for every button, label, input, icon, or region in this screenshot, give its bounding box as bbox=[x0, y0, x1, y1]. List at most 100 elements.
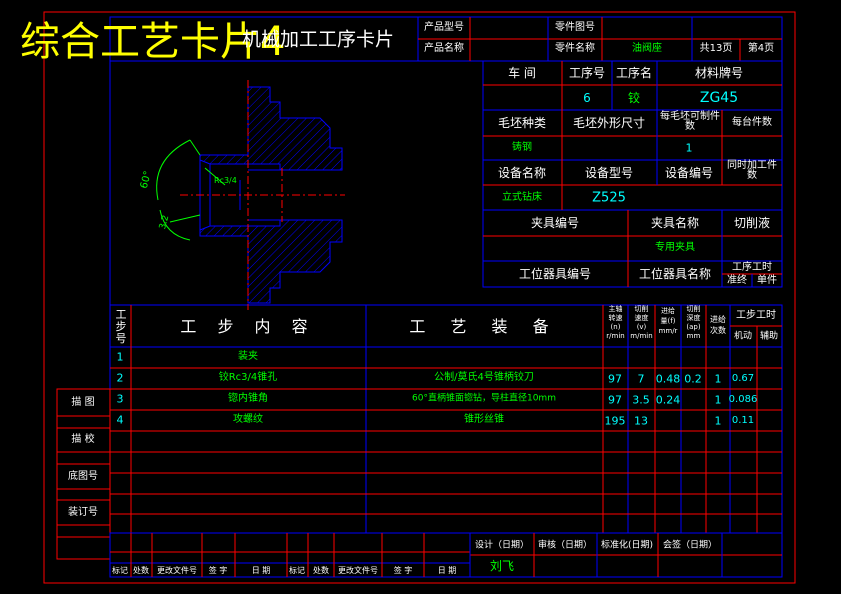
footer-standard-label: 标准化(日期) bbox=[600, 540, 654, 551]
thread-dimension: Rc3/4 bbox=[214, 176, 237, 185]
step-content: 铰Rc3/4锥孔 bbox=[218, 372, 278, 383]
step-feed: 0.24 bbox=[655, 393, 681, 407]
product-name-label: 产品名称 bbox=[424, 43, 464, 54]
step-passes: 1 bbox=[714, 372, 722, 386]
col-cutting-speed: 切削 速度 (v) m/min bbox=[628, 306, 655, 340]
blank-type-value: 铸钢 bbox=[512, 142, 532, 153]
step-no: 2 bbox=[116, 371, 124, 385]
process-card-drawing: 综合工艺卡片4 机械加工工序卡片 产品型号 产品名称 零件图号 零件名称 油阀座… bbox=[0, 0, 841, 594]
col-speed-line-4: r/min bbox=[606, 332, 625, 340]
col-feed-line-1: 进给 bbox=[661, 307, 675, 315]
footer-design-label: 设计（日期） bbox=[474, 540, 530, 551]
col-machine-time: 机动 bbox=[733, 331, 753, 342]
station-tool-name-label: 工位器具名称 bbox=[638, 267, 712, 281]
col-passes-line-2: 次数 bbox=[710, 326, 726, 335]
col-passes: 进给 次数 bbox=[706, 316, 730, 335]
step-passes: 1 bbox=[714, 393, 722, 407]
col-cut-line-1: 切削 bbox=[634, 305, 649, 313]
step-spindle-speed: 195 bbox=[604, 414, 626, 428]
side-label-base-no: 底图号 bbox=[68, 471, 98, 482]
col-feed: 进给 量(f) mm/r bbox=[655, 308, 681, 335]
step-equipment: 公制/莫氏4号锥柄铰刀 bbox=[434, 372, 534, 383]
footer-mark: 标记 bbox=[112, 566, 128, 575]
equip-name-value: 立式钻床 bbox=[502, 192, 542, 203]
blank-type-label: 毛坯种类 bbox=[497, 116, 547, 130]
part-no-label: 零件图号 bbox=[555, 22, 595, 33]
step-passes: 1 bbox=[714, 414, 722, 428]
step-no: 3 bbox=[116, 392, 124, 406]
material-value: ZG45 bbox=[699, 90, 739, 106]
step-feed: 0.48 bbox=[655, 372, 681, 386]
part-name-label: 零件名称 bbox=[555, 43, 595, 54]
equip-no-label: 设备编号 bbox=[664, 166, 714, 180]
col-cut-line-4: m/min bbox=[630, 332, 653, 340]
outer-frame bbox=[43, 11, 796, 584]
step-spindle-speed: 97 bbox=[608, 393, 622, 407]
pieces-per-unit-label: 每台件数 bbox=[732, 117, 772, 128]
material-label: 材料牌号 bbox=[694, 66, 744, 80]
op-name-value: 铰 bbox=[627, 91, 641, 105]
col-process-equipment: 工 艺 装 备 bbox=[409, 317, 559, 336]
col-speed-line-1: 主轴 bbox=[608, 305, 623, 313]
step-cutting-speed: 3.5 bbox=[632, 393, 650, 407]
step-equipment: 锥形丝锥 bbox=[464, 414, 504, 425]
unit-time-label: 单件 bbox=[757, 275, 777, 286]
footer-mark-2: 标记 bbox=[289, 566, 305, 575]
step-depth: 0.2 bbox=[684, 372, 702, 386]
side-label-binding-no: 装订号 bbox=[68, 507, 98, 518]
col-step-no: 工步号 bbox=[115, 308, 127, 346]
product-model-label: 产品型号 bbox=[424, 22, 464, 33]
workshop-label: 车 间 bbox=[508, 66, 536, 80]
op-no-value: 6 bbox=[583, 91, 591, 105]
footer-change-doc-2: 更改文件号 bbox=[338, 566, 378, 575]
step-machine-time: 0.086 bbox=[728, 394, 758, 405]
op-time-label: 工序工时 bbox=[732, 262, 772, 273]
footer-date-2: 日 期 bbox=[437, 566, 457, 575]
col-aux-time: 辅助 bbox=[759, 331, 779, 342]
col-feed-line-2: 量(f) bbox=[660, 317, 676, 325]
footer-count: 处数 bbox=[133, 566, 149, 575]
step-cutting-speed: 7 bbox=[637, 372, 645, 386]
step-cutting-speed: 13 bbox=[634, 414, 648, 428]
lower-section bbox=[199, 219, 343, 304]
col-depth-line-1: 切削 bbox=[686, 305, 701, 313]
step-machine-time: 0.11 bbox=[731, 415, 755, 426]
footer-designer: 刘飞 bbox=[489, 559, 515, 573]
simul-parts-label: 同时加工件数 bbox=[727, 160, 777, 181]
part-section-drawing bbox=[156, 80, 345, 310]
col-cut-line-3: (v) bbox=[636, 323, 647, 331]
col-depth-line-2: 深度 bbox=[686, 314, 701, 322]
pieces-per-blank-label: 每毛坯可制件数 bbox=[660, 111, 720, 132]
side-label-trace: 描 图 bbox=[71, 397, 95, 408]
col-cut-line-2: 速度 bbox=[634, 314, 649, 322]
prep-time-label: 准终 bbox=[727, 275, 747, 286]
step-content: 锪内锥角 bbox=[228, 393, 268, 404]
col-feed-line-3: mm/r bbox=[658, 327, 678, 335]
footer-change-doc: 更改文件号 bbox=[157, 566, 197, 575]
equip-model-label: 设备型号 bbox=[584, 166, 634, 180]
footer-signature: 签 字 bbox=[208, 566, 228, 575]
upper-section bbox=[199, 86, 343, 171]
fixture-no-label: 夹具编号 bbox=[530, 216, 580, 230]
step-machine-time: 0.67 bbox=[731, 373, 755, 384]
op-name-label: 工序名 bbox=[615, 66, 653, 80]
step-equipment: 60°直柄锥面锪钻，导柱直径10mm bbox=[412, 393, 556, 404]
col-step-time: 工步工时 bbox=[736, 310, 776, 321]
step-spindle-speed: 97 bbox=[608, 372, 622, 386]
col-depth: 切削 深度 (ap) mm bbox=[681, 306, 706, 340]
part-name-value: 油阀座 bbox=[632, 43, 662, 54]
footer-date: 日 期 bbox=[251, 566, 271, 575]
col-depth-line-3: (ap) bbox=[686, 323, 701, 331]
total-pages: 共13页 bbox=[699, 43, 733, 54]
step-content: 装夹 bbox=[238, 351, 258, 362]
col-step-content: 工 步 内 容 bbox=[180, 317, 316, 336]
fixture-name-label: 夹具名称 bbox=[650, 216, 700, 230]
pieces-per-blank-value: 1 bbox=[685, 141, 693, 155]
footer-signature-2: 签 字 bbox=[393, 566, 413, 575]
col-depth-line-4: mm bbox=[686, 332, 701, 340]
step-content: 攻螺纹 bbox=[233, 414, 263, 425]
blank-shape-label: 毛坯外形尺寸 bbox=[572, 116, 646, 130]
step-no: 1 bbox=[116, 350, 124, 364]
card-title: 机械加工工序卡片 bbox=[241, 28, 395, 51]
footer-countersign-label: 会签（日期） bbox=[662, 540, 718, 551]
